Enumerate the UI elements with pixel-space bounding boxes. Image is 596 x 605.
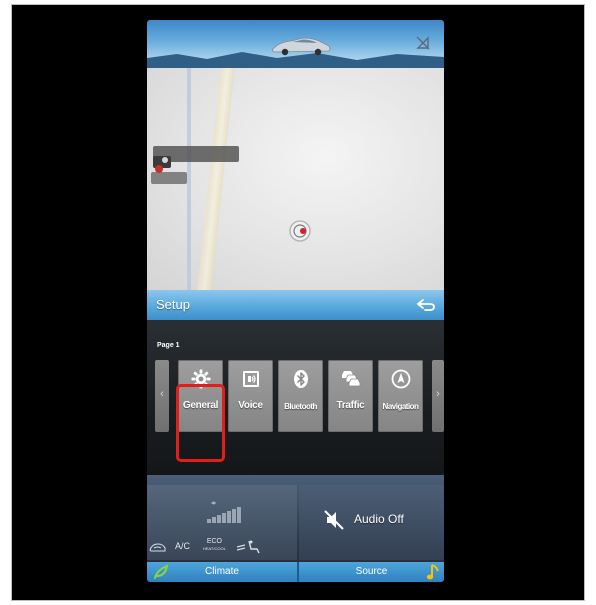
setup-body: Page 1 ‹ General Voice Bluetooth Traffic…: [147, 320, 444, 475]
music-note-icon: [426, 564, 439, 580]
head-unit-screen: Setup Page 1 ‹ General Voice Bluetooth T…: [147, 20, 444, 582]
recirculation-icon: [149, 543, 166, 552]
status-strip: [147, 20, 444, 68]
seat-airflow-icon: [236, 540, 260, 554]
next-page-button[interactable]: ›: [432, 360, 444, 432]
chevron-left-icon: ‹: [160, 388, 164, 400]
tile-label: Voice: [238, 400, 263, 411]
traffic-icon: [342, 371, 361, 387]
eco-label: ECO HEAT/COOL: [203, 538, 226, 552]
chevron-right-icon: ›: [436, 388, 440, 400]
voice-icon: [243, 371, 259, 387]
map-road: [197, 68, 235, 290]
tile-label: Navigation: [382, 402, 419, 411]
setup-tile-voice[interactable]: Voice: [228, 360, 273, 432]
car-icon: [271, 37, 331, 56]
bluetooth-icon: [294, 370, 308, 388]
source-button[interactable]: Source: [299, 562, 444, 582]
bottom-bar: Climate Source: [147, 562, 444, 582]
eco-subtext: HEAT/COOL: [203, 546, 226, 551]
back-icon[interactable]: [416, 298, 436, 312]
current-position-icon: [289, 220, 311, 242]
setup-title: Setup: [156, 297, 190, 312]
audio-status-label: Audio Off: [354, 512, 404, 526]
setup-tile-navigation[interactable]: Navigation: [378, 360, 423, 432]
source-button-label: Source: [355, 566, 388, 577]
map-water-line: [187, 68, 191, 290]
navigation-icon: [391, 369, 411, 389]
tile-label: Traffic: [336, 400, 365, 411]
setup-header: Setup: [147, 290, 444, 320]
climate-status-row: A/C ECO HEAT/COOL: [147, 537, 297, 557]
previous-page-button[interactable]: ‹: [155, 360, 169, 432]
audio-panel[interactable]: Audio Off: [299, 485, 444, 560]
setup-panel: Setup Page 1 ‹ General Voice Bluetooth T…: [147, 290, 444, 475]
fan-speed-icon: [207, 501, 241, 523]
climate-panel[interactable]: A/C ECO HEAT/COOL: [147, 485, 297, 560]
selection-highlight: [176, 384, 225, 462]
eco-text: ECO: [206, 538, 222, 545]
setup-tile-traffic[interactable]: Traffic: [328, 360, 373, 432]
page-indicator: Page 1: [157, 342, 180, 349]
map-pin-icon: [153, 156, 171, 173]
tile-label: Bluetooth: [284, 402, 317, 411]
ac-label: A/C: [175, 541, 191, 551]
setup-tile-bluetooth[interactable]: Bluetooth: [278, 360, 323, 432]
speaker-mute-icon: [324, 510, 344, 530]
no-signal-icon: [416, 36, 430, 50]
navigation-map[interactable]: [147, 68, 444, 290]
climate-button-label: Climate: [205, 566, 239, 577]
climate-button[interactable]: Climate: [147, 562, 297, 582]
bottom-control-area: A/C ECO HEAT/COOL Audio Off Climate Sour…: [147, 475, 444, 582]
